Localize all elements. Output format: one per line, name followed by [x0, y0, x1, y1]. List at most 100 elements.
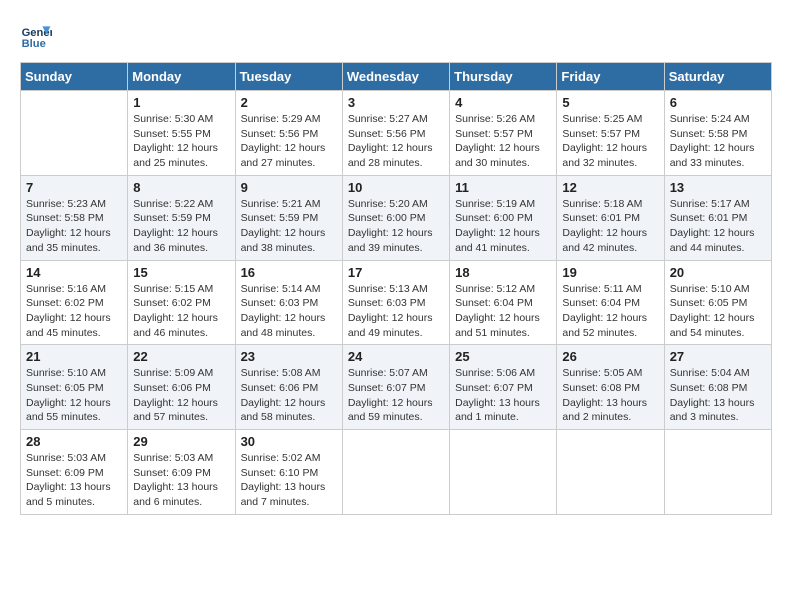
day-info: Sunrise: 5:13 AM Sunset: 6:03 PM Dayligh… — [348, 282, 444, 341]
day-info: Sunrise: 5:21 AM Sunset: 5:59 PM Dayligh… — [241, 197, 337, 256]
day-header-wednesday: Wednesday — [342, 63, 449, 91]
day-number: 10 — [348, 180, 444, 195]
day-number: 18 — [455, 265, 551, 280]
day-number: 7 — [26, 180, 122, 195]
day-number: 25 — [455, 349, 551, 364]
day-info: Sunrise: 5:04 AM Sunset: 6:08 PM Dayligh… — [670, 366, 766, 425]
day-info: Sunrise: 5:24 AM Sunset: 5:58 PM Dayligh… — [670, 112, 766, 171]
day-number: 14 — [26, 265, 122, 280]
day-info: Sunrise: 5:18 AM Sunset: 6:01 PM Dayligh… — [562, 197, 658, 256]
day-info: Sunrise: 5:02 AM Sunset: 6:10 PM Dayligh… — [241, 451, 337, 510]
day-info: Sunrise: 5:27 AM Sunset: 5:56 PM Dayligh… — [348, 112, 444, 171]
day-number: 28 — [26, 434, 122, 449]
calendar-cell: 3 Sunrise: 5:27 AM Sunset: 5:56 PM Daylig… — [342, 91, 449, 176]
calendar-cell: 27 Sunrise: 5:04 AM Sunset: 6:08 PM Dayli… — [664, 345, 771, 430]
calendar-cell: 28 Sunrise: 5:03 AM Sunset: 6:09 PM Dayli… — [21, 430, 128, 515]
calendar-cell: 12 Sunrise: 5:18 AM Sunset: 6:01 PM Dayli… — [557, 175, 664, 260]
day-info: Sunrise: 5:09 AM Sunset: 6:06 PM Dayligh… — [133, 366, 229, 425]
calendar-week-row: 14Sunrise: 5:16 AM Sunset: 6:02 PM Dayli… — [21, 260, 772, 345]
calendar-cell — [664, 430, 771, 515]
day-header-monday: Monday — [128, 63, 235, 91]
calendar-cell: 30 Sunrise: 5:02 AM Sunset: 6:10 PM Dayli… — [235, 430, 342, 515]
day-info: Sunrise: 5:23 AM Sunset: 5:58 PM Dayligh… — [26, 197, 122, 256]
day-info: Sunrise: 5:12 AM Sunset: 6:04 PM Dayligh… — [455, 282, 551, 341]
day-number: 4 — [455, 95, 551, 110]
day-info: Sunrise: 5:25 AM Sunset: 5:57 PM Dayligh… — [562, 112, 658, 171]
calendar-table: SundayMondayTuesdayWednesdayThursdayFrid… — [20, 62, 772, 515]
calendar-cell: 26Sunrise: 5:05 AM Sunset: 6:08 PM Dayli… — [557, 345, 664, 430]
day-info: Sunrise: 5:26 AM Sunset: 5:57 PM Dayligh… — [455, 112, 551, 171]
day-number: 29 — [133, 434, 229, 449]
calendar-cell: 17Sunrise: 5:13 AM Sunset: 6:03 PM Dayli… — [342, 260, 449, 345]
day-header-tuesday: Tuesday — [235, 63, 342, 91]
logo: General Blue — [20, 20, 56, 52]
day-info: Sunrise: 5:30 AM Sunset: 5:55 PM Dayligh… — [133, 112, 229, 171]
day-info: Sunrise: 5:10 AM Sunset: 6:05 PM Dayligh… — [26, 366, 122, 425]
calendar-cell: 2 Sunrise: 5:29 AM Sunset: 5:56 PM Daylig… — [235, 91, 342, 176]
calendar-cell: 23 Sunrise: 5:08 AM Sunset: 6:06 PM Dayli… — [235, 345, 342, 430]
day-info: Sunrise: 5:03 AM Sunset: 6:09 PM Dayligh… — [26, 451, 122, 510]
calendar-cell: 13Sunrise: 5:17 AM Sunset: 6:01 PM Dayli… — [664, 175, 771, 260]
day-info: Sunrise: 5:11 AM Sunset: 6:04 PM Dayligh… — [562, 282, 658, 341]
day-number: 13 — [670, 180, 766, 195]
calendar-cell: 25 Sunrise: 5:06 AM Sunset: 6:07 PM Dayli… — [450, 345, 557, 430]
calendar-cell — [21, 91, 128, 176]
day-number: 15 — [133, 265, 229, 280]
calendar-cell: 24Sunrise: 5:07 AM Sunset: 6:07 PM Dayli… — [342, 345, 449, 430]
day-number: 11 — [455, 180, 551, 195]
day-number: 8 — [133, 180, 229, 195]
calendar-cell: 8 Sunrise: 5:22 AM Sunset: 5:59 PM Daylig… — [128, 175, 235, 260]
day-info: Sunrise: 5:22 AM Sunset: 5:59 PM Dayligh… — [133, 197, 229, 256]
day-info: Sunrise: 5:15 AM Sunset: 6:02 PM Dayligh… — [133, 282, 229, 341]
svg-text:Blue: Blue — [22, 38, 46, 50]
day-number: 27 — [670, 349, 766, 364]
day-header-saturday: Saturday — [664, 63, 771, 91]
day-number: 1 — [133, 95, 229, 110]
calendar-cell: 21 Sunrise: 5:10 AM Sunset: 6:05 PM Dayli… — [21, 345, 128, 430]
calendar-cell: 14Sunrise: 5:16 AM Sunset: 6:02 PM Dayli… — [21, 260, 128, 345]
day-number: 5 — [562, 95, 658, 110]
calendar-cell: 6Sunrise: 5:24 AM Sunset: 5:58 PM Daylig… — [664, 91, 771, 176]
calendar-cell: 9 Sunrise: 5:21 AM Sunset: 5:59 PM Daylig… — [235, 175, 342, 260]
day-number: 21 — [26, 349, 122, 364]
day-number: 20 — [670, 265, 766, 280]
day-info: Sunrise: 5:05 AM Sunset: 6:08 PM Dayligh… — [562, 366, 658, 425]
day-info: Sunrise: 5:10 AM Sunset: 6:05 PM Dayligh… — [670, 282, 766, 341]
calendar-cell: 5 Sunrise: 5:25 AM Sunset: 5:57 PM Daylig… — [557, 91, 664, 176]
calendar-cell: 22Sunrise: 5:09 AM Sunset: 6:06 PM Dayli… — [128, 345, 235, 430]
day-number: 16 — [241, 265, 337, 280]
calendar-week-row: 28 Sunrise: 5:03 AM Sunset: 6:09 PM Dayli… — [21, 430, 772, 515]
calendar-cell: 10Sunrise: 5:20 AM Sunset: 6:00 PM Dayli… — [342, 175, 449, 260]
day-number: 23 — [241, 349, 337, 364]
calendar-cell: 1 Sunrise: 5:30 AM Sunset: 5:55 PM Daylig… — [128, 91, 235, 176]
calendar-cell: 15 Sunrise: 5:15 AM Sunset: 6:02 PM Dayli… — [128, 260, 235, 345]
calendar-cell: 4 Sunrise: 5:26 AM Sunset: 5:57 PM Daylig… — [450, 91, 557, 176]
day-info: Sunrise: 5:19 AM Sunset: 6:00 PM Dayligh… — [455, 197, 551, 256]
calendar-cell — [450, 430, 557, 515]
calendar-cell: 16 Sunrise: 5:14 AM Sunset: 6:03 PM Dayli… — [235, 260, 342, 345]
day-header-sunday: Sunday — [21, 63, 128, 91]
day-number: 2 — [241, 95, 337, 110]
calendar-cell: 20 Sunrise: 5:10 AM Sunset: 6:05 PM Dayli… — [664, 260, 771, 345]
day-info: Sunrise: 5:29 AM Sunset: 5:56 PM Dayligh… — [241, 112, 337, 171]
day-header-thursday: Thursday — [450, 63, 557, 91]
calendar-cell — [342, 430, 449, 515]
day-info: Sunrise: 5:06 AM Sunset: 6:07 PM Dayligh… — [455, 366, 551, 425]
calendar-week-row: 1 Sunrise: 5:30 AM Sunset: 5:55 PM Daylig… — [21, 91, 772, 176]
page-header: General Blue — [20, 20, 772, 52]
calendar-cell — [557, 430, 664, 515]
day-number: 30 — [241, 434, 337, 449]
day-number: 3 — [348, 95, 444, 110]
day-number: 9 — [241, 180, 337, 195]
calendar-cell: 18 Sunrise: 5:12 AM Sunset: 6:04 PM Dayli… — [450, 260, 557, 345]
day-info: Sunrise: 5:07 AM Sunset: 6:07 PM Dayligh… — [348, 366, 444, 425]
calendar-cell: 11 Sunrise: 5:19 AM Sunset: 6:00 PM Dayli… — [450, 175, 557, 260]
day-header-friday: Friday — [557, 63, 664, 91]
day-info: Sunrise: 5:14 AM Sunset: 6:03 PM Dayligh… — [241, 282, 337, 341]
day-number: 12 — [562, 180, 658, 195]
day-info: Sunrise: 5:03 AM Sunset: 6:09 PM Dayligh… — [133, 451, 229, 510]
calendar-header-row: SundayMondayTuesdayWednesdayThursdayFrid… — [21, 63, 772, 91]
day-info: Sunrise: 5:08 AM Sunset: 6:06 PM Dayligh… — [241, 366, 337, 425]
calendar-cell: 7 Sunrise: 5:23 AM Sunset: 5:58 PM Daylig… — [21, 175, 128, 260]
calendar-cell: 19Sunrise: 5:11 AM Sunset: 6:04 PM Dayli… — [557, 260, 664, 345]
